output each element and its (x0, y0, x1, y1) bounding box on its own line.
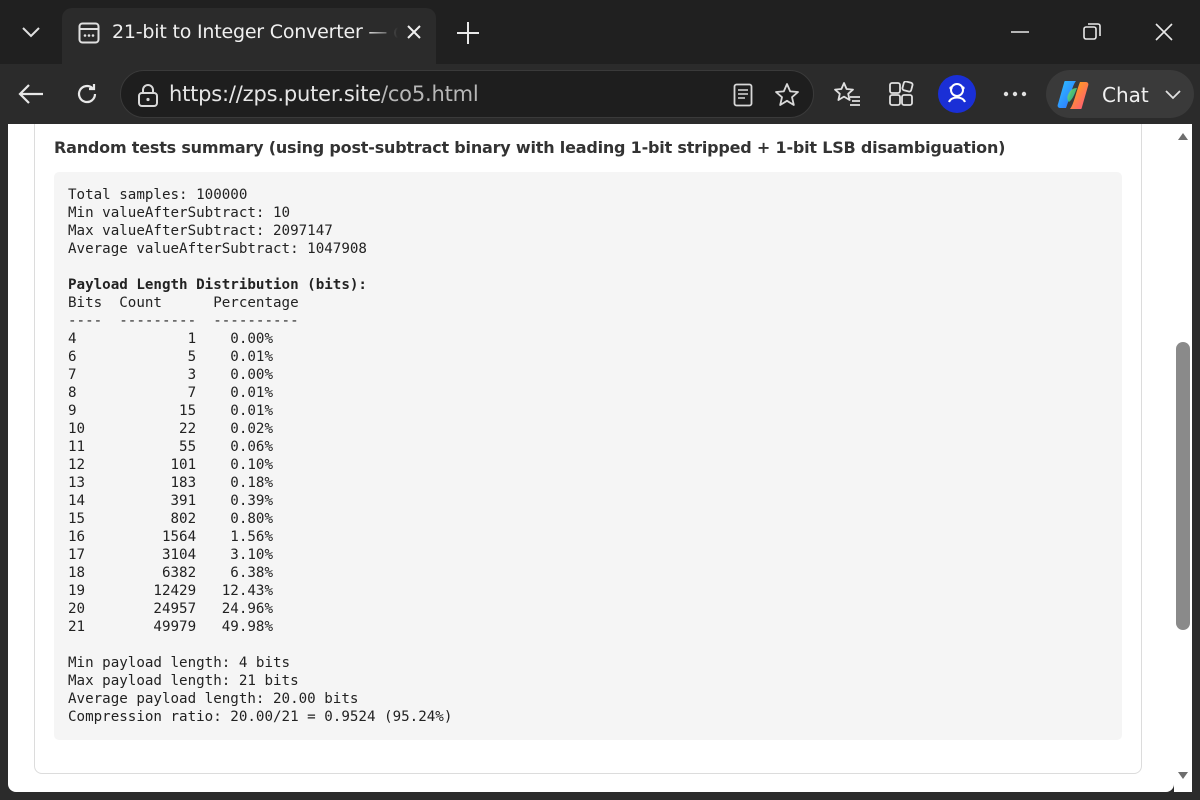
table-row: 19 12429 12.43% (68, 583, 273, 599)
collections-button[interactable] (880, 74, 922, 114)
summary-max-value: Max valueAfterSubtract: 2097147 (68, 223, 333, 239)
page-favicon-icon (78, 22, 100, 44)
table-row: 21 49979 49.98% (68, 619, 273, 635)
output-block: Total samples: 100000 Min valueAfterSubtr… (54, 172, 1122, 740)
table-row: 16 1564 1.56% (68, 529, 273, 545)
chevron-down-icon (22, 27, 40, 38)
table-row: 12 101 0.10% (68, 457, 273, 473)
footer-average-payload: Average payload length: 20.00 bits (68, 691, 359, 707)
table-row: 17 3104 3.10% (68, 547, 273, 563)
blank-line: ​ (68, 258, 452, 276)
vertical-scrollbar[interactable] (1174, 124, 1192, 792)
scroll-up-arrow-icon[interactable] (1178, 132, 1188, 140)
restore-button[interactable] (1060, 8, 1124, 56)
tab-title: 21-bit to Integer Converter — output (112, 21, 398, 43)
url-text: https://zps.puter.site/co5.html (169, 82, 479, 106)
chevron-down-icon (1165, 90, 1181, 100)
summary-total-samples: Total samples: 100000 (68, 187, 248, 203)
url-host: https://zps.puter.site (169, 82, 381, 106)
more-menu-button[interactable] (994, 74, 1036, 114)
table-row: 18 6382 6.38% (68, 565, 273, 581)
table-rule: ---- --------- ---------- (68, 313, 299, 329)
browser-viewport: Random tests summary (using post-subtrac… (0, 124, 1200, 800)
url-path: /co5.html (380, 82, 479, 106)
table-rows: 4 1 0.00% 6 5 0.01% 7 3 0.00% 8 7 0.01% 9 15… (68, 330, 452, 636)
output-text: Total samples: 100000 Min valueAfterSubtr… (68, 186, 452, 726)
table-row: 9 15 0.01% (68, 403, 273, 419)
new-tab-button[interactable] (446, 14, 490, 52)
address-bar[interactable]: https://zps.puter.site/co5.html (120, 70, 814, 118)
favorite-button[interactable] (769, 77, 805, 113)
summary-min-value: Min valueAfterSubtract: 10 (68, 205, 291, 221)
tab-actions-button[interactable] (8, 12, 54, 52)
blank-line: ​ (68, 636, 452, 654)
browser-toolbar: https://zps.puter.site/co5.html Chat (0, 64, 1200, 124)
favorites-button[interactable] (826, 74, 868, 114)
scrollbar-thumb[interactable] (1176, 342, 1190, 630)
close-window-button[interactable] (1132, 8, 1196, 56)
table-row: 7 3 0.00% (68, 367, 273, 383)
table-row: 10 22 0.02% (68, 421, 273, 437)
active-tab[interactable]: 21-bit to Integer Converter — output (62, 8, 436, 64)
footer-min-payload: Min payload length: 4 bits (68, 655, 291, 671)
web-page: Random tests summary (using post-subtrac… (8, 124, 1174, 792)
table-row: 20 24957 24.96% (68, 601, 273, 617)
lock-icon[interactable] (137, 83, 159, 107)
table-header: Bits Count Percentage (68, 295, 299, 311)
copilot-chat-button[interactable]: Chat (1046, 70, 1194, 118)
section-title: Random tests summary (using post-subtrac… (54, 138, 1006, 157)
extensions-icon (889, 81, 914, 106)
footer-max-payload: Max payload length: 21 bits (68, 673, 299, 689)
minimize-button[interactable] (988, 8, 1052, 56)
table-row: 13 183 0.18% (68, 475, 273, 491)
table-row: 15 802 0.80% (68, 511, 273, 527)
restore-icon (1083, 23, 1101, 40)
arrow-left-icon (18, 84, 43, 104)
refresh-icon (77, 84, 97, 104)
more-icon (1003, 91, 1027, 97)
chat-label: Chat (1102, 83, 1149, 107)
minimize-icon (1011, 31, 1029, 33)
reader-icon (733, 83, 753, 107)
table-row: 8 7 0.01% (68, 385, 273, 401)
favorites-icon (834, 82, 860, 106)
footer-compression-ratio: Compression ratio: 20.00/21 = 0.9524 (95… (68, 709, 453, 725)
table-row: 6 5 0.01% (68, 349, 273, 365)
star-icon (775, 83, 799, 106)
back-button[interactable] (10, 74, 52, 114)
plus-icon (457, 22, 479, 44)
close-icon (407, 25, 421, 39)
copilot-badge-icon (938, 75, 976, 113)
profile-button[interactable] (936, 74, 978, 114)
table-row: 11 55 0.06% (68, 439, 273, 455)
title-bar: 21-bit to Integer Converter — output (0, 0, 1200, 64)
scroll-down-arrow-icon[interactable] (1178, 772, 1188, 780)
summary-average-value: Average valueAfterSubtract: 1047908 (68, 241, 367, 257)
close-icon (1155, 23, 1173, 41)
close-tab-button[interactable] (400, 18, 428, 46)
copilot-icon (1057, 81, 1089, 109)
reading-view-button[interactable] (725, 77, 761, 113)
table-row: 14 391 0.39% (68, 493, 273, 509)
refresh-button[interactable] (66, 74, 108, 114)
table-row: 4 1 0.00% (68, 331, 273, 347)
distribution-heading: Payload Length Distribution (bits): (68, 277, 367, 293)
